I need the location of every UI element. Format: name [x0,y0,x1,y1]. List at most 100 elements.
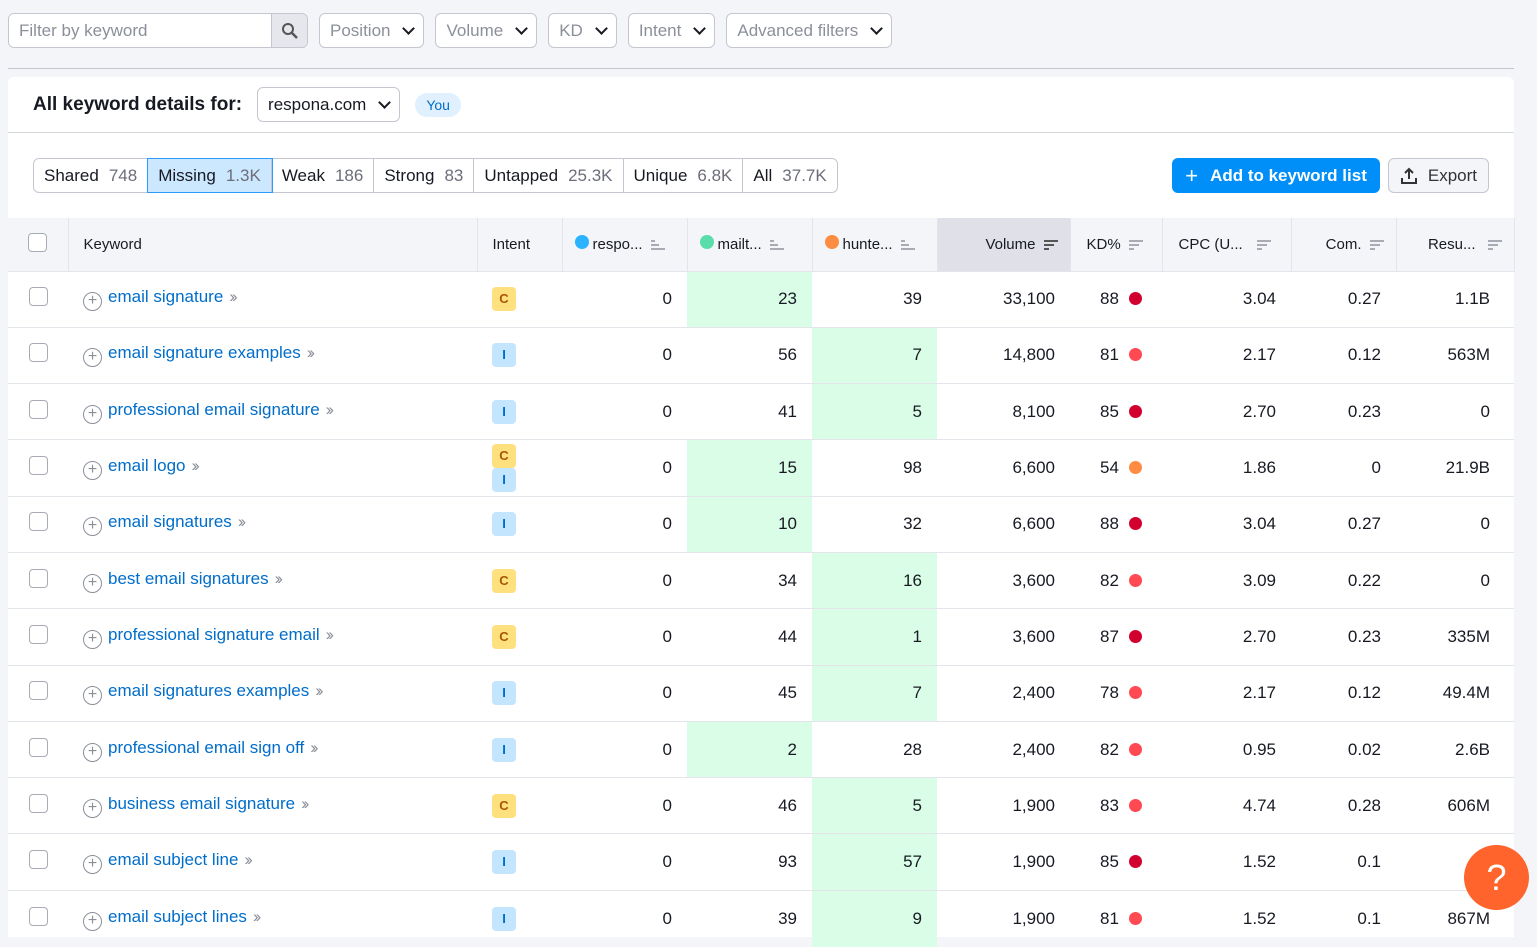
keyword-link[interactable]: email logo [108,456,186,475]
col-cpc[interactable]: CPC (U... [1162,218,1292,271]
results: 606M [1396,777,1514,834]
col-domain-3[interactable]: hunte... [812,218,938,271]
domain-3-position: 5 [812,777,937,834]
domain-2-position: 34 [687,551,812,609]
row-checkbox[interactable] [28,793,48,813]
volume: 14,800 [937,326,1070,384]
intent-badge: C [492,568,516,593]
tab-missing[interactable]: Missing 1.3K [147,158,273,193]
help-button[interactable]: ? [1464,845,1529,910]
chevrons-right-icon[interactable]: ›› [275,569,284,588]
keyword-link[interactable]: professional email sign off [108,738,304,757]
tab-strong[interactable]: Strong 83 [374,159,475,192]
row-checkbox[interactable] [28,568,48,588]
chevrons-right-icon[interactable]: ›› [326,400,335,419]
search-button[interactable] [271,14,307,47]
tab-count: 37.7K [782,165,827,185]
row-checkbox[interactable] [28,456,48,476]
add-keyword-icon[interactable]: + [83,404,102,424]
keyword-link[interactable]: email signature examples [108,343,301,362]
domain-1-position: 0 [562,833,687,891]
intent-badge: I [492,343,516,368]
filter-dropdown[interactable]: Volume [435,13,538,48]
competition: 0.12 [1291,326,1396,384]
add-keyword-icon[interactable]: + [83,517,102,537]
chevrons-right-icon[interactable]: ›› [244,850,253,869]
row-checkbox[interactable] [28,737,48,757]
tab-label: Shared [44,165,99,185]
row-checkbox[interactable] [28,343,48,363]
add-keyword-icon[interactable]: + [83,348,102,368]
row-checkbox[interactable] [28,906,48,926]
chevrons-right-icon[interactable]: ›› [315,681,324,700]
cpc: 1.52 [1162,833,1291,891]
filter-dropdown[interactable]: Intent [627,13,716,48]
domain-dot-icon [574,235,589,250]
add-keyword-icon[interactable]: + [83,573,102,593]
keyword-link[interactable]: email signature [108,287,223,306]
tab-all[interactable]: All 37.7K [743,159,836,192]
chevrons-right-icon[interactable]: ›› [307,343,316,362]
tab-untapped[interactable]: Untapped 25.3K [474,159,624,192]
domain-select[interactable]: respona.com [257,87,401,122]
add-keyword-icon[interactable]: + [83,461,102,481]
intent-cell: I [477,383,562,440]
row-checkbox[interactable] [28,624,48,644]
filter-dropdown[interactable]: KD [548,13,617,48]
select-all-checkbox[interactable] [28,232,48,252]
col-com[interactable]: Com. [1291,218,1397,271]
filter-dropdown[interactable]: Advanced filters [726,13,893,48]
row-checkbox[interactable] [28,850,48,870]
chevrons-right-icon[interactable]: ›› [301,794,310,813]
col-kd[interactable]: KD% [1070,218,1163,271]
row-checkbox[interactable] [28,681,48,701]
keyword-filter-input[interactable] [9,14,271,47]
col-results[interactable]: Resu... [1396,218,1515,271]
add-keyword-icon[interactable]: + [83,629,102,649]
col-volume[interactable]: Volume [937,218,1071,271]
tab-unique[interactable]: Unique 6.8K [624,159,744,192]
chevrons-right-icon[interactable]: ›› [253,907,262,926]
add-keyword-icon[interactable]: + [83,798,102,818]
row-checkbox[interactable] [28,287,48,307]
add-keyword-icon[interactable]: + [83,686,102,706]
add-keyword-icon[interactable]: + [83,292,102,312]
chevrons-right-icon[interactable]: ›› [238,512,247,531]
row-checkbox[interactable] [28,399,48,419]
kd-dot-icon [1128,517,1142,531]
results: 49.4M [1396,664,1514,722]
keyword-link[interactable]: email subject line [108,850,238,869]
tab-shared[interactable]: Shared 748 [34,159,149,192]
keyword-link[interactable]: best email signatures [108,569,269,588]
keyword-filter [8,13,308,48]
select-all[interactable] [8,218,69,271]
table-row: + best email signatures ›› C 0 34 16 3,600… [8,551,1514,609]
table-row: + professional email sign off ›› I 0 2 28 … [8,720,1514,778]
competition: 0.12 [1291,664,1396,722]
export-button[interactable]: Export [1387,158,1489,193]
chevrons-right-icon[interactable]: ›› [192,456,201,475]
keyword-link[interactable]: email signatures examples [108,681,309,700]
keyword-link[interactable]: professional signature email [108,625,320,644]
keyword-link[interactable]: email subject lines [108,907,247,926]
tab-count: 1.3K [225,165,261,185]
competition: 0 [1291,439,1396,497]
add-to-keyword-list-button[interactable]: + Add to keyword list [1172,158,1380,193]
kd-value: 85 [1100,852,1119,872]
filter-dropdown[interactable]: Position [319,13,425,48]
keyword-link[interactable]: professional email signature [108,400,320,419]
col-domain-2[interactable]: mailt... [687,218,813,271]
keyword-link[interactable]: business email signature [108,794,295,813]
row-checkbox[interactable] [28,512,48,532]
col-domain-1[interactable]: respo... [562,218,688,271]
chevrons-right-icon[interactable]: ›› [229,287,238,306]
tab-label: Untapped [484,165,559,185]
domain-1-position: 0 [562,383,687,440]
tab-weak[interactable]: Weak 186 [272,159,375,192]
domain-2-position: 2 [687,720,812,778]
keyword-link[interactable]: email signatures [108,512,232,531]
add-keyword-icon[interactable]: + [83,855,102,875]
chevrons-right-icon[interactable]: ›› [326,625,335,644]
add-keyword-icon[interactable]: + [83,742,102,762]
chevrons-right-icon[interactable]: ›› [310,738,319,757]
